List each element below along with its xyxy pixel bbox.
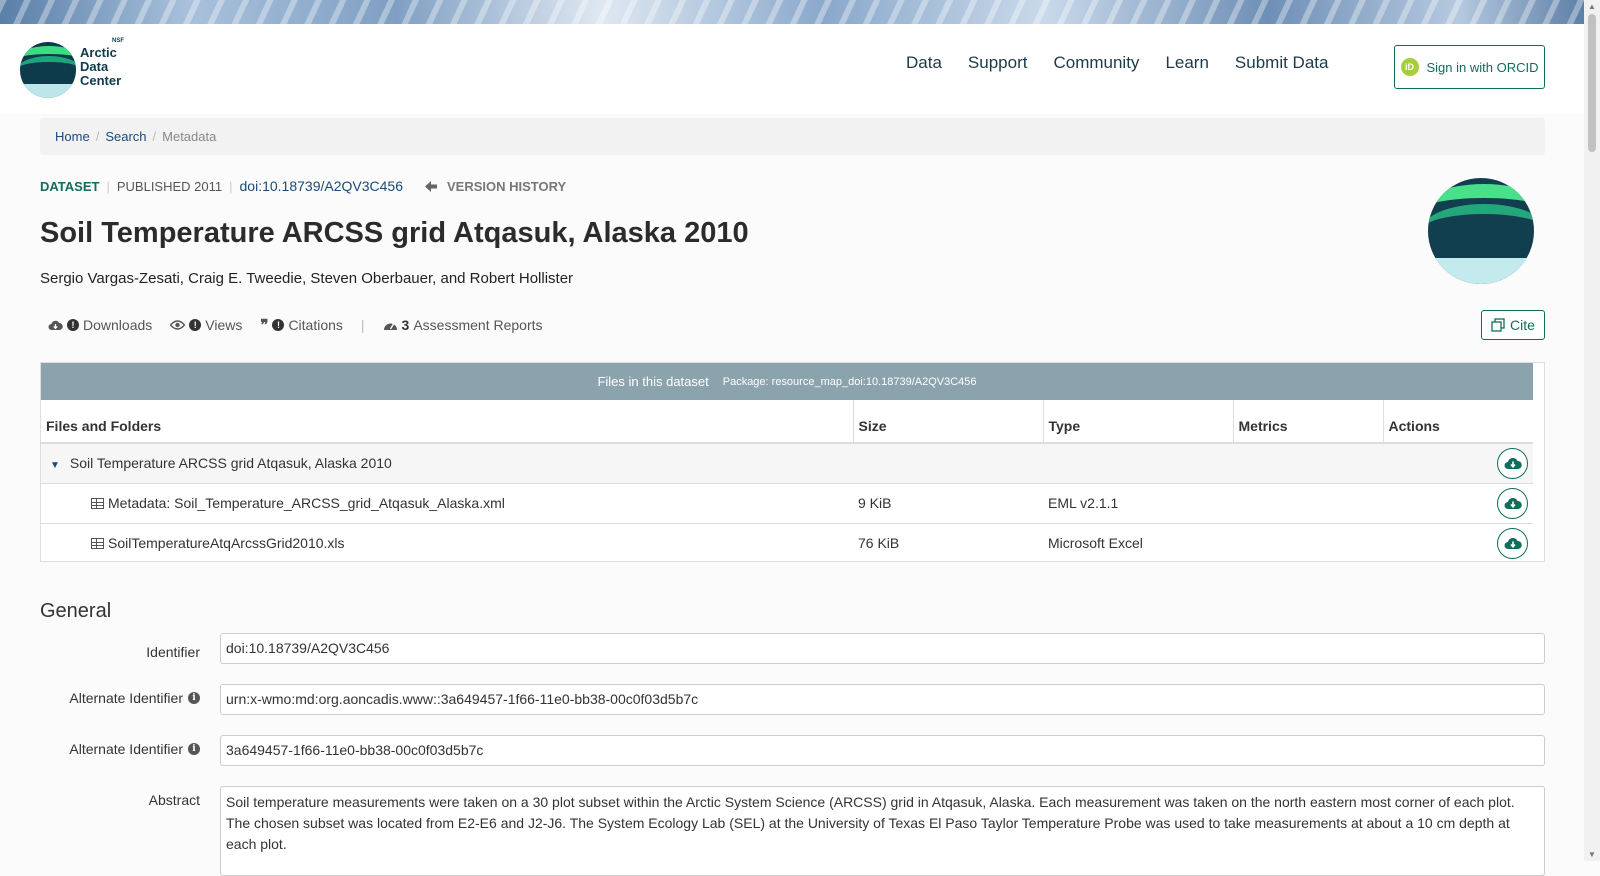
abstract-label: Abstract xyxy=(148,792,200,808)
col-metrics: Metrics xyxy=(1233,400,1384,444)
views-label: Views xyxy=(205,317,243,333)
col-files-and-folders: Files and Folders xyxy=(41,400,854,444)
cloud-download-icon xyxy=(1504,497,1522,509)
cloud-download-icon xyxy=(48,320,63,330)
logo-nsf: NSF xyxy=(112,38,124,44)
file-type: Microsoft Excel xyxy=(1043,522,1233,563)
assessment-reports-metric[interactable]: 3 Assessment Reports xyxy=(383,317,543,333)
file-name: Metadata: Soil_Temperature_ARCSS_grid_At… xyxy=(108,495,505,511)
files-table-header: Files and Folders Size Type Metrics Acti… xyxy=(41,400,1533,444)
file-name: SoilTemperatureAtqArcssGrid2010.xls xyxy=(108,535,345,552)
nav-submit-data[interactable]: Submit Data xyxy=(1235,53,1329,73)
caret-down-icon[interactable]: ▼ xyxy=(50,460,60,471)
views-metric[interactable]: ! Views xyxy=(170,317,242,333)
nav-support[interactable]: Support xyxy=(968,53,1028,73)
general-section-title: General xyxy=(40,600,112,622)
exclamation-icon: ! xyxy=(272,319,285,331)
dataset-meta-line: DATASET | PUBLISHED 2011 | doi:10.18739/… xyxy=(40,178,567,194)
table-icon xyxy=(91,538,104,550)
download-package-button[interactable] xyxy=(1497,447,1528,479)
col-size: Size xyxy=(853,400,1044,444)
file-size: 9 KiB xyxy=(853,482,1043,523)
info-icon[interactable]: i xyxy=(188,692,200,704)
assessment-label: Assessment Reports xyxy=(413,317,543,333)
citations-metric[interactable]: ❞ ! Citations xyxy=(260,316,343,334)
col-type: Type xyxy=(1043,400,1234,444)
files-panel-header: Files in this dataset Package: resource_… xyxy=(41,363,1533,400)
dataset-authors: Sergio Vargas-Zesati, Craig E. Tweedie, … xyxy=(40,270,574,287)
published-date: PUBLISHED 2011 xyxy=(116,178,223,194)
download-file-button[interactable] xyxy=(1497,527,1528,559)
site-logo[interactable]: NSF Arctic Data Center xyxy=(20,38,130,100)
top-banner xyxy=(0,0,1584,24)
files-table: Files and Folders Size Type Metrics Acti… xyxy=(41,400,1533,563)
cite-button[interactable]: Cite xyxy=(1481,310,1545,340)
alternate-identifier-label: Alternate Identifier i xyxy=(40,734,200,764)
citations-label: Citations xyxy=(288,317,343,333)
eye-icon xyxy=(170,320,186,330)
dataset-title: Soil Temperature ARCSS grid Atqasuk, Ala… xyxy=(40,217,749,249)
copy-icon xyxy=(1491,318,1505,332)
cite-label: Cite xyxy=(1510,317,1535,333)
assessment-count: 3 xyxy=(401,317,410,333)
nav-learn[interactable]: Learn xyxy=(1165,53,1208,73)
file-type: EML v2.1.1 xyxy=(1043,482,1233,523)
repository-logo xyxy=(1428,178,1534,284)
file-row[interactable]: SoilTemperatureAtqArcssGrid2010.xls 76 K… xyxy=(41,522,1533,563)
breadcrumb-current: Metadata xyxy=(162,129,217,144)
version-history-link[interactable]: VERSION HISTORY xyxy=(424,178,567,194)
files-panel: Files in this dataset Package: resource_… xyxy=(40,362,1545,563)
exclamation-icon: ! xyxy=(189,319,202,331)
quote-icon: ❞ xyxy=(260,317,269,334)
cloud-download-icon xyxy=(1504,538,1522,550)
nav-data[interactable]: Data xyxy=(906,53,942,73)
folder-row[interactable]: ▼ Soil Temperature ARCSS grid Atqasuk, Al… xyxy=(41,442,1533,483)
package-id: Package: resource_map_doi:10.18739/A2QV3… xyxy=(722,375,977,388)
dataset-type-label: DATASET xyxy=(40,178,100,194)
breadcrumb-home[interactable]: Home xyxy=(55,129,90,144)
cloud-download-icon xyxy=(1504,458,1522,470)
logo-mark xyxy=(20,42,76,98)
orcid-label: Sign in with ORCID xyxy=(1426,59,1539,75)
downloads-label: Downloads xyxy=(83,317,153,333)
logo-text: Arctic Data Center xyxy=(80,45,122,88)
scrollbar-thumb[interactable] xyxy=(1588,14,1596,152)
download-file-button[interactable] xyxy=(1497,487,1528,519)
alternate-identifier-label: Alternate Identifier i xyxy=(40,683,200,713)
col-actions: Actions xyxy=(1383,400,1533,444)
breadcrumb-search[interactable]: Search xyxy=(105,129,146,144)
abstract-field[interactable]: Soil temperature measurements were taken… xyxy=(220,786,1545,876)
navbar: NSF Arctic Data Center Data Support Comm… xyxy=(0,24,1584,114)
folder-name: Soil Temperature ARCSS grid Atqasuk, Ala… xyxy=(69,455,392,472)
scroll-down-icon[interactable]: ▼ xyxy=(1588,850,1596,859)
alternate-identifier-field[interactable]: urn:x-wmo:md:org.aoncadis.www::3a649457-… xyxy=(220,684,1545,715)
exclamation-icon: ! xyxy=(67,319,79,331)
dashboard-icon xyxy=(383,323,397,330)
alternate-identifier-field[interactable]: 3a649457-1f66-11e0-bb38-00c0f03d5b7c xyxy=(220,735,1545,766)
file-row[interactable]: Metadata: Soil_Temperature_ARCSS_grid_At… xyxy=(41,482,1533,523)
downloads-metric[interactable]: ! Downloads xyxy=(48,317,152,333)
nav-community[interactable]: Community xyxy=(1053,53,1139,73)
identifier-field[interactable]: doi:10.18739/A2QV3C456 xyxy=(220,633,1545,664)
version-history-label: VERSION HISTORY xyxy=(446,178,567,194)
info-icon[interactable]: i xyxy=(188,743,200,755)
file-size: 76 KiB xyxy=(853,522,1043,563)
page-scrollbar[interactable]: ▲ ▼ xyxy=(1584,0,1600,861)
doi-link[interactable]: doi:10.18739/A2QV3C456 xyxy=(240,178,403,194)
files-header-title: Files in this dataset xyxy=(597,374,709,389)
scroll-up-icon[interactable]: ▲ xyxy=(1588,2,1596,11)
dataset-metrics: ! Downloads ! Views ❞ ! Citations | 3 As… xyxy=(48,316,561,334)
main-nav: Data Support Community Learn Submit Data xyxy=(906,53,1328,73)
orcid-icon: iD xyxy=(1400,58,1419,76)
breadcrumb: Home / Search / Metadata xyxy=(40,118,1545,155)
orcid-sign-in-button[interactable]: iD Sign in with ORCID xyxy=(1394,45,1545,89)
table-icon xyxy=(91,498,104,509)
arrow-left-icon xyxy=(424,180,437,192)
identifier-label: Identifier xyxy=(146,644,200,660)
